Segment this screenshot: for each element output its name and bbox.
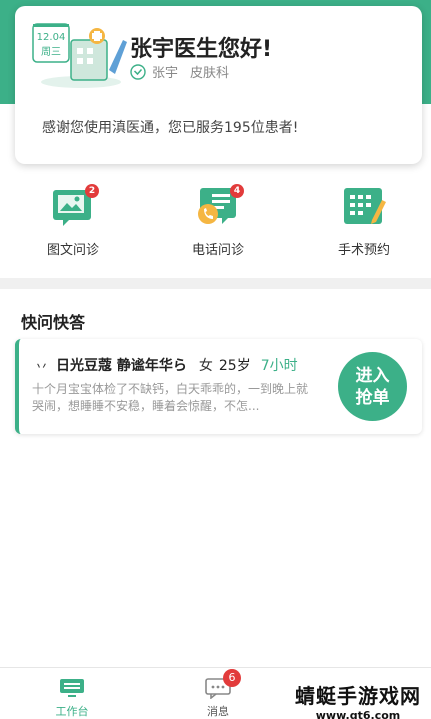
- action-phone-consult[interactable]: 4 电话问诊: [158, 184, 278, 258]
- calendar-weekday: 周三: [41, 46, 61, 58]
- verified-check-icon: [130, 63, 146, 80]
- patient-name: 日光豆蔻 静谧年华ら: [56, 358, 187, 374]
- calendar-date: 12.04: [37, 32, 66, 43]
- quick-qa-card[interactable]: 丷 日光豆蔻 静谧年华ら 女 25岁 7小时 十个月宝宝体检了不缺钙，白天乖乖的…: [15, 339, 422, 434]
- watermark-title: 蜻蜓手游戏网: [295, 684, 421, 708]
- grab-button-line1: 进入: [355, 365, 390, 386]
- section-divider: [0, 278, 431, 289]
- question-content: 十个月宝宝体检了不缺钙，白天乖乖的，一到晚上就哭闹，想睡睡不安稳，睡着会惊醒，不…: [32, 382, 309, 413]
- patient-age: 25岁: [218, 358, 251, 374]
- doctor-department: 皮肤科: [190, 66, 230, 81]
- image-consult-badge: 2: [85, 184, 99, 198]
- message-badge: 6: [223, 669, 241, 687]
- patient-gender: 女: [198, 358, 213, 374]
- action-label: 图文问诊: [46, 243, 99, 258]
- doctor-info: 张宇 皮肤科: [130, 62, 229, 81]
- action-label: 电话问诊: [191, 243, 244, 258]
- qa-card-header: 丷 日光豆蔻 静谧年华ら 女 25岁 7小时: [35, 355, 298, 375]
- grab-button-line2: 抢单: [355, 387, 390, 408]
- greeting-title: 张宇医生您好!: [130, 37, 273, 62]
- quick-qa-title: 快问快答: [21, 313, 86, 332]
- workbench-icon: [60, 679, 84, 697]
- surgery-calendar-icon: [344, 188, 386, 224]
- watermark: 蜻蜓手游戏网 www.qt6.com: [288, 680, 428, 719]
- phone-consult-badge: 4: [230, 184, 244, 198]
- grab-order-button[interactable]: 进入 抢单: [338, 352, 407, 421]
- action-surgery-booking[interactable]: 手术预约: [304, 186, 424, 258]
- thanks-text: 感谢您使用滇医通，您已服务195位患者!: [42, 120, 299, 136]
- calendar-hospital-illustration: 12.04 周三: [32, 23, 127, 88]
- watermark-url: www.qt6.com: [315, 709, 401, 719]
- welcome-card: 12.04 周三 张宇医生您好! 张宇 皮肤科 感谢您使用滇医通，您已服务195…: [15, 6, 422, 164]
- tab-label: 工作台: [55, 705, 89, 718]
- consult-actions: 2 图文问诊 4 电话问诊 手术预约: [0, 184, 431, 262]
- action-image-consult[interactable]: 2 图文问诊: [13, 184, 133, 258]
- patient-mark: 丷: [35, 359, 49, 375]
- tab-label: 消息: [207, 705, 229, 718]
- action-label: 手术预约: [337, 243, 390, 258]
- tab-workbench[interactable]: 工作台: [22, 668, 122, 719]
- question-time: 7小时: [260, 358, 298, 374]
- tab-messages[interactable]: 6 消息: [168, 668, 268, 719]
- doctor-name: 张宇: [152, 66, 179, 81]
